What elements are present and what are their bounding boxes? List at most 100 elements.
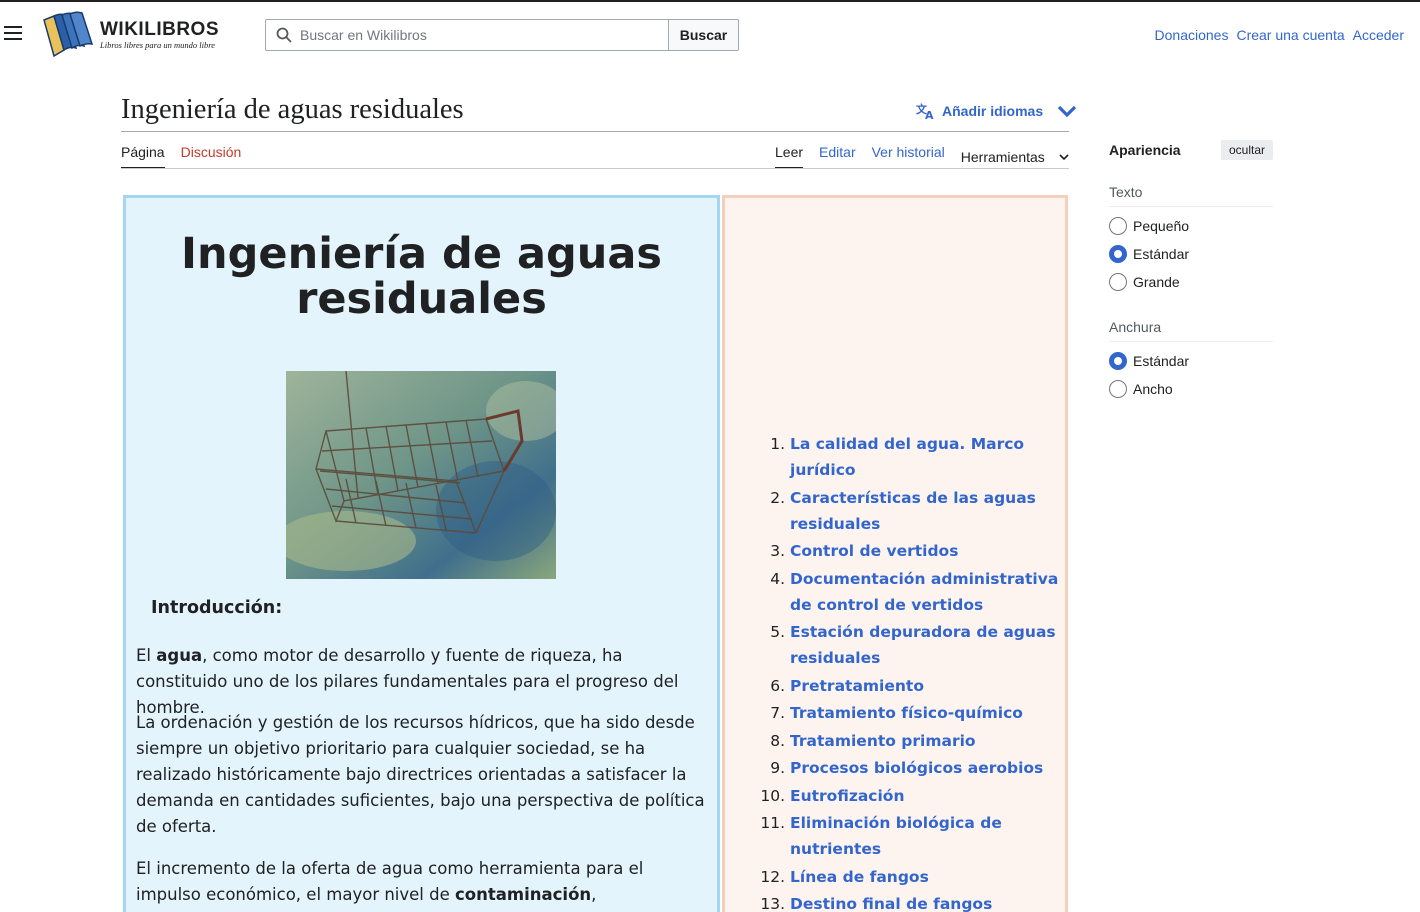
toc-chapter-link[interactable]: Línea de fangos <box>790 868 929 886</box>
tab-history[interactable]: Ver historial <box>872 144 945 169</box>
book-intro-panel: Ingeniería de aguas residuales Introducc… <box>123 195 720 912</box>
toc-chapter-link[interactable]: Eutrofización <box>790 787 904 805</box>
donate-link[interactable]: Donaciones <box>1155 27 1229 43</box>
tab-page[interactable]: Página <box>121 144 165 169</box>
main-menu-button[interactable] <box>4 26 22 42</box>
toc-item: 6. Pretratamiento <box>770 673 1060 699</box>
text-size-option-radio[interactable]: Grande <box>1109 273 1273 291</box>
login-link[interactable]: Acceder <box>1353 27 1404 43</box>
width-label: Anchura <box>1109 319 1273 342</box>
page-title: Ingeniería de aguas residuales <box>121 94 464 125</box>
intro-paragraph-3: El incremento de la oferta de agua como … <box>136 859 644 912</box>
radio-circle-icon <box>1109 273 1127 291</box>
width-option-label: Estándar <box>1133 353 1190 369</box>
text-size-option-label: Pequeño <box>1133 218 1190 234</box>
toc-chapter-link[interactable]: Procesos biológicos aerobios <box>790 759 1043 777</box>
toc-item-number: 12. <box>760 867 785 886</box>
toc-chapter-link[interactable]: La calidad del agua. Marco jurídico <box>790 435 1024 479</box>
table-of-contents-panel: 1. La calidad del agua. Marco jurídico 2. C… <box>722 195 1068 912</box>
text-size-label: Texto <box>1109 184 1273 207</box>
toc-item: 9. Procesos biológicos aerobios <box>770 755 1060 781</box>
toc-item-number: 3. <box>770 542 785 560</box>
radio-circle-icon <box>1109 352 1127 370</box>
wikibooks-logo-icon <box>43 11 94 58</box>
appearance-title: Apariencia <box>1109 142 1181 158</box>
toc-item-number: 2. <box>770 488 785 507</box>
logo-tagline: Libros libres para un mundo libre <box>100 39 215 50</box>
add-languages-button[interactable]: 文 A Añadir idiomas <box>916 102 1077 120</box>
toc-item: 10. Eutrofización <box>760 783 1060 809</box>
top-border <box>0 0 1420 2</box>
user-links: Donaciones Crear una cuenta Acceder <box>1155 27 1404 43</box>
toc-item-number: 9. <box>770 759 785 777</box>
shopping-cart-in-water-image <box>286 371 556 579</box>
intro-paragraph-2: La ordenación y gestión de los recursos … <box>136 713 705 836</box>
logo-title: WIKILIBROS <box>100 18 219 40</box>
language-icon: 文 A <box>916 102 934 120</box>
chevron-down-icon <box>1059 153 1069 160</box>
toc-item-number: 11. <box>760 814 785 832</box>
search-form: Buscar <box>265 19 739 51</box>
toc-item-number: 6. <box>770 676 785 695</box>
add-languages-label: Añadir idiomas <box>942 103 1044 119</box>
toc-chapter-link[interactable]: Características de las aguas residuales <box>790 489 1036 533</box>
toc-item-number: 5. <box>770 623 785 641</box>
toc-chapter-link[interactable]: Estación depuradora de aguas residuales <box>790 623 1056 667</box>
chapter-list: 1. La calidad del agua. Marco jurídico 2. C… <box>760 431 1060 912</box>
tabs-divider <box>121 168 1069 169</box>
toc-item: 3. Control de vertidos <box>770 538 1060 564</box>
intro-heading: Introducción: <box>151 598 283 618</box>
search-input[interactable] <box>300 27 660 43</box>
toc-item-number: 7. <box>770 704 785 722</box>
width-option-label: Ancho <box>1133 381 1173 397</box>
toc-chapter-link[interactable]: Eliminación biológica de nutrientes <box>790 814 1002 858</box>
search-button[interactable]: Buscar <box>668 19 739 51</box>
toc-item-number: 4. <box>770 569 785 588</box>
toc-item: 7. Tratamiento físico-químico <box>770 700 1060 726</box>
create-account-link[interactable]: Crear una cuenta <box>1236 27 1344 43</box>
chevron-down-icon <box>1058 105 1077 118</box>
text-size-option-radio[interactable]: Pequeño <box>1109 217 1273 235</box>
hide-appearance-button[interactable]: ocultar <box>1220 140 1273 160</box>
site-logo[interactable]: WIKILIBROS Libros libres para un mundo l… <box>40 10 219 60</box>
toc-item: 4. Documentación administrativa de contro… <box>770 566 1060 618</box>
radio-circle-icon <box>1109 380 1127 398</box>
toc-chapter-link[interactable]: Pretratamiento <box>790 677 924 695</box>
title-divider <box>121 131 1069 132</box>
toc-item: 2. Características de las aguas residuale… <box>770 485 1060 537</box>
water-term: agua <box>156 646 203 665</box>
svg-text:A: A <box>925 109 934 120</box>
toc-item: 1. La calidad del agua. Marco jurídico <box>770 431 1060 483</box>
search-field[interactable] <box>265 19 668 51</box>
tab-read[interactable]: Leer <box>775 144 804 169</box>
toc-chapter-link[interactable]: Documentación administrativa de control … <box>790 570 1058 614</box>
width-option-radio[interactable]: Estándar <box>1109 352 1273 370</box>
book-title: Ingeniería de aguas residuales <box>181 229 662 324</box>
radio-circle-icon <box>1109 217 1127 235</box>
toc-item: 8. Tratamiento primario <box>770 728 1060 754</box>
namespace-tabs: Página Discusión <box>121 144 241 169</box>
text-size-option-radio[interactable]: Estándar <box>1109 245 1273 263</box>
toc-item-number: 13. <box>760 895 785 912</box>
toc-chapter-link[interactable]: Destino final de fangos <box>790 895 992 912</box>
toc-chapter-link[interactable]: Tratamiento físico-químico <box>790 704 1023 722</box>
tools-menu[interactable]: Herramientas <box>961 144 1069 169</box>
tab-edit[interactable]: Editar <box>819 144 856 169</box>
tools-label: Herramientas <box>960 148 1045 165</box>
toc-chapter-link[interactable]: Control de vertidos <box>790 542 958 560</box>
toc-item-number: 1. <box>770 435 785 453</box>
radio-circle-icon <box>1109 245 1127 263</box>
search-icon <box>276 27 292 43</box>
toc-chapter-link[interactable]: Tratamiento primario <box>790 732 976 750</box>
text-size-option-label: Estándar <box>1133 246 1190 262</box>
view-tabs: Leer Editar Ver historial Herramientas <box>775 144 1069 169</box>
toc-item: 13. Destino final de fangos <box>760 891 1060 912</box>
width-option-radio[interactable]: Ancho <box>1109 380 1273 398</box>
toc-item: 5. Estación depuradora de aguas residuale… <box>770 619 1060 671</box>
toc-item: 11. Eliminación biológica de nutrientes <box>760 810 1060 862</box>
toc-item: 12. Línea de fangos <box>760 864 1060 890</box>
toc-item-number: 8. <box>770 731 785 750</box>
contamination-term: contaminación <box>455 885 592 904</box>
text-size-option-label: Grande <box>1133 274 1180 290</box>
tab-discussion[interactable]: Discusión <box>181 144 242 169</box>
